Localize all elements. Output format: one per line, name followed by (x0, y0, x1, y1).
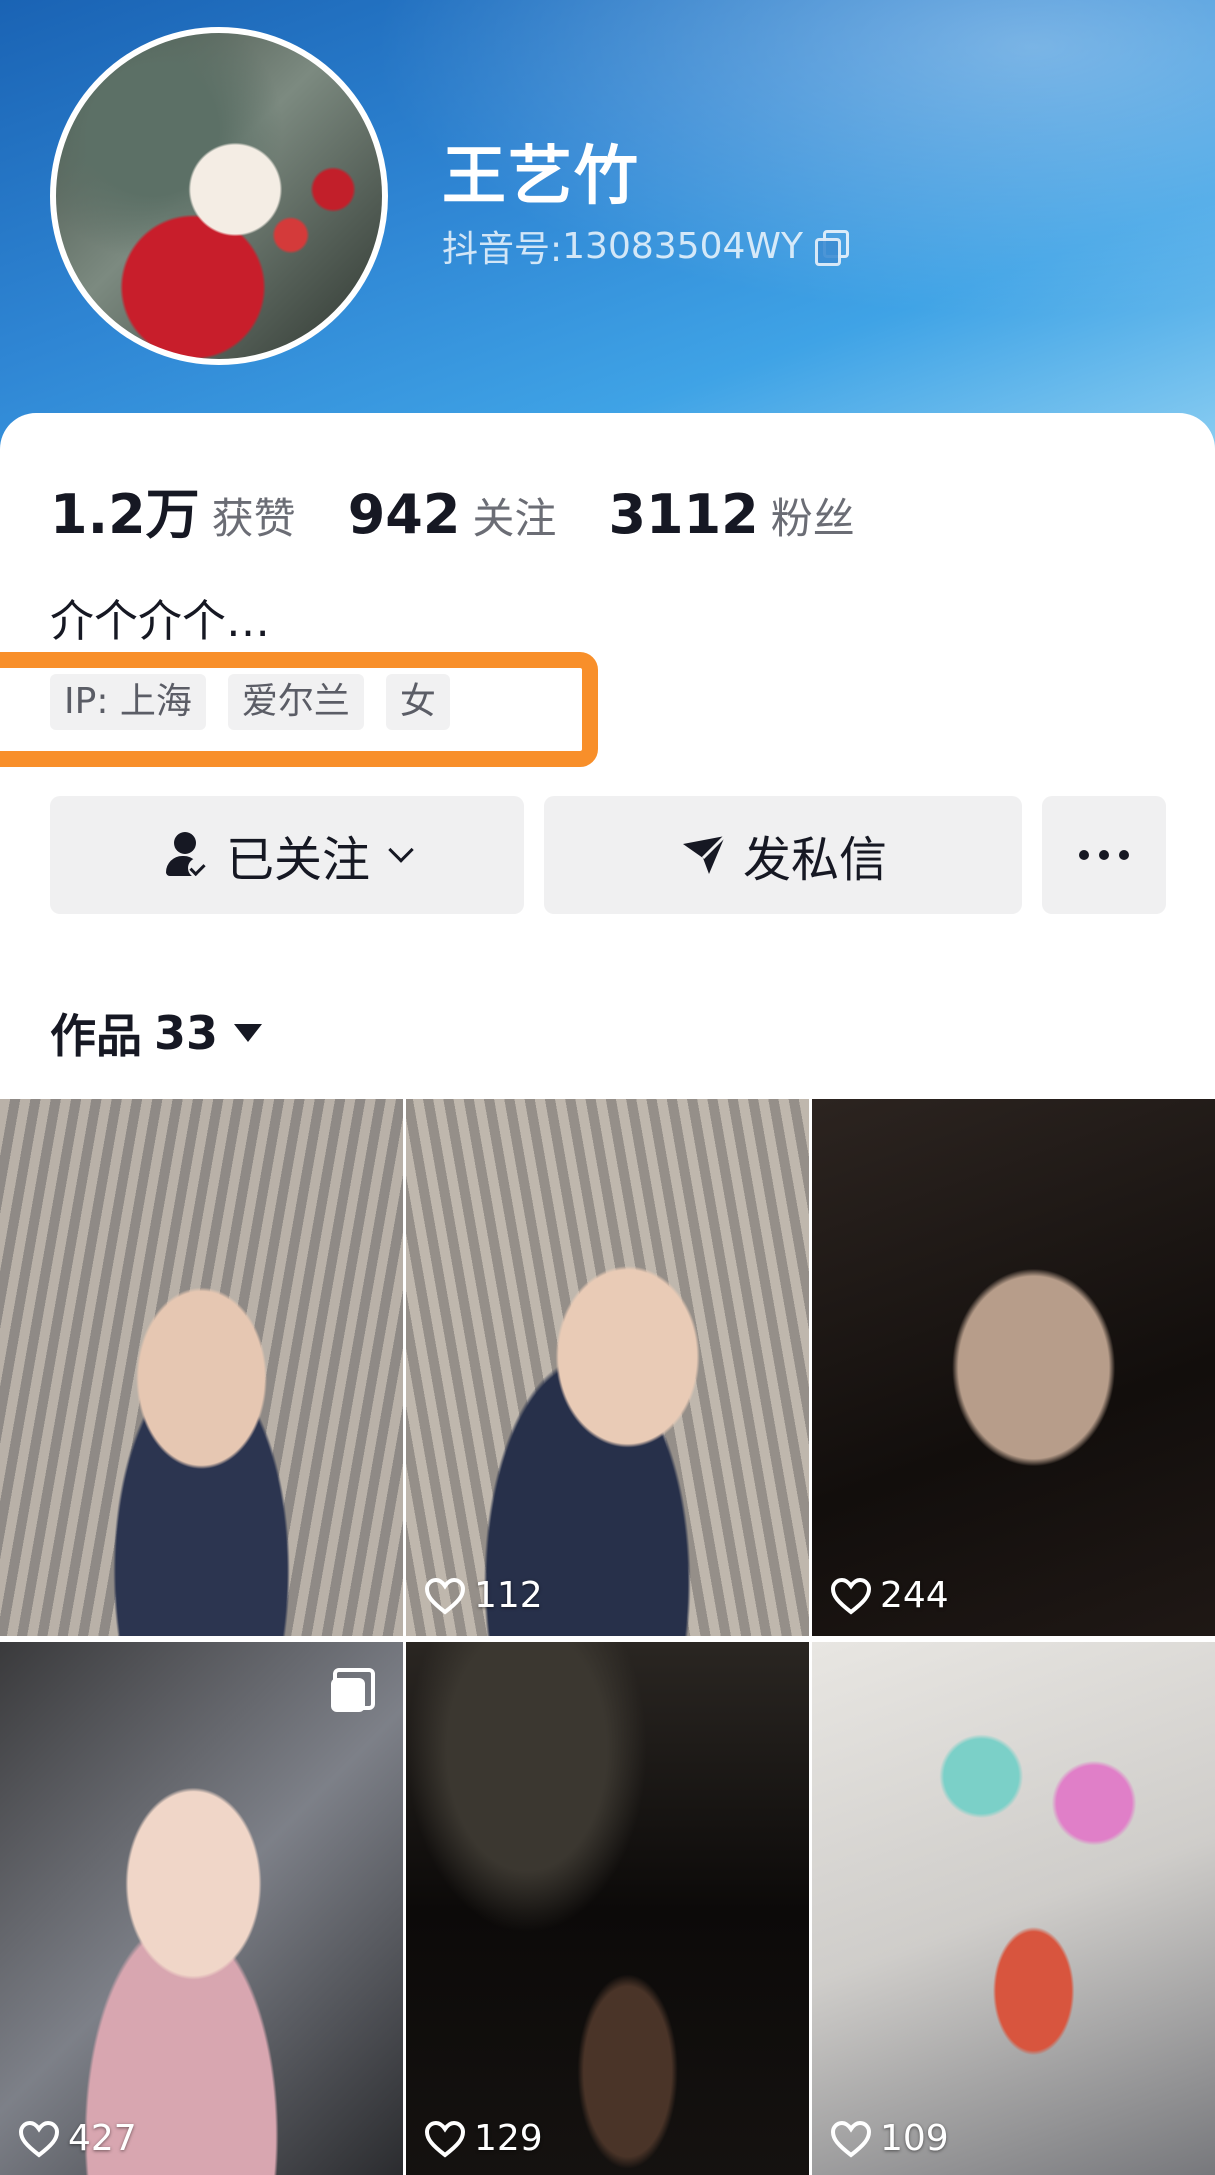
video-tile[interactable]: 427 (0, 1642, 403, 2175)
stat-value: 942 (347, 483, 461, 546)
like-count: 129 (474, 2118, 543, 2159)
like-count: 112 (474, 1575, 543, 1616)
video-tile[interactable]: 112 (406, 1099, 809, 1636)
like-count-row: 427 (18, 2118, 137, 2159)
like-count-row: 129 (424, 2118, 543, 2159)
profile-name: 王艺竹 (442, 140, 640, 214)
like-count-row: 244 (830, 1575, 949, 1616)
multi-image-icon (331, 1668, 375, 1712)
stat-label: 关注 (472, 494, 557, 543)
stats-row: 1.2万 获赞 942 关注 3112 粉丝 (50, 470, 907, 549)
video-tile[interactable]: 129 (406, 1642, 809, 2175)
message-button-label: 发私信 (742, 832, 887, 888)
chevron-down-icon (388, 837, 414, 863)
stat-value: 3112 (608, 483, 759, 546)
works-label: 作品 (50, 1009, 142, 1063)
stat-likes: 1.2万 获赞 (50, 470, 296, 549)
message-button[interactable]: 发私信 (544, 796, 1022, 914)
video-tile[interactable] (0, 1099, 403, 1636)
heart-icon (830, 1577, 872, 1615)
like-count-row: 112 (424, 1575, 543, 1616)
avatar[interactable] (50, 27, 388, 365)
stat-followers[interactable]: 3112 粉丝 (608, 483, 854, 546)
heart-icon (424, 2120, 466, 2158)
heart-icon (830, 2120, 872, 2158)
highlight-box (0, 652, 598, 767)
like-count-row: 109 (830, 2118, 949, 2159)
more-dots-icon (1074, 850, 1134, 860)
stat-following[interactable]: 942 关注 (348, 483, 557, 546)
uid-row: 抖音号: 13083504WY (442, 220, 849, 272)
tab-works[interactable]: 作品 33 (50, 1000, 263, 1066)
caret-down-icon (234, 1024, 263, 1042)
followed-button-label: 已关注 (225, 832, 370, 888)
copy-icon[interactable] (814, 230, 849, 266)
video-tile[interactable]: 244 (812, 1099, 1215, 1636)
uid-label: 抖音号: (442, 229, 563, 270)
more-button[interactable] (1042, 796, 1166, 914)
like-count: 109 (880, 2118, 949, 2159)
followed-button[interactable]: 已关注 (50, 796, 524, 914)
like-count: 427 (68, 2118, 137, 2159)
like-count: 244 (880, 1575, 949, 1616)
stat-value: 1.2万 (50, 483, 200, 546)
send-icon (682, 834, 727, 874)
heart-icon (18, 2120, 60, 2158)
stat-label: 获赞 (211, 494, 296, 543)
uid-value: 13083504WY (562, 225, 803, 267)
person-check-icon (164, 832, 208, 878)
works-count: 33 (154, 1006, 219, 1060)
stat-label: 粉丝 (770, 494, 855, 543)
video-tile[interactable]: 109 (812, 1642, 1215, 2175)
heart-icon (424, 1577, 466, 1615)
bio-text: 介个介个… (50, 596, 270, 647)
